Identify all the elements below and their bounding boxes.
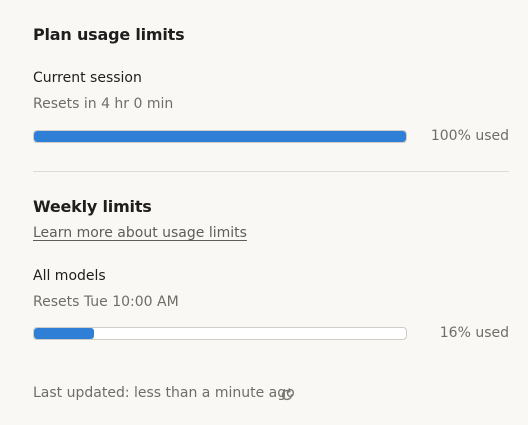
current-session-resets: Resets in 4 hr 0 min [33,96,174,112]
all-models-progress-bar [33,327,407,340]
weekly-limits-title: Weekly limits [33,197,152,216]
current-session-progress-bar [33,130,407,143]
all-models-label: All models [33,268,106,284]
current-session-progress-fill [34,131,406,142]
plan-usage-title: Plan usage limits [33,25,185,44]
learn-more-link[interactable]: Learn more about usage limits [33,225,247,241]
current-session-used: 100% used [430,128,509,144]
current-session-label: Current session [33,70,142,86]
all-models-progress-fill [34,328,94,339]
all-models-used: 16% used [439,325,509,341]
last-updated-text: Last updated: less than a minute ago [33,385,295,401]
all-models-resets: Resets Tue 10:00 AM [33,294,179,310]
section-divider [33,171,509,172]
refresh-icon[interactable] [279,387,295,403]
